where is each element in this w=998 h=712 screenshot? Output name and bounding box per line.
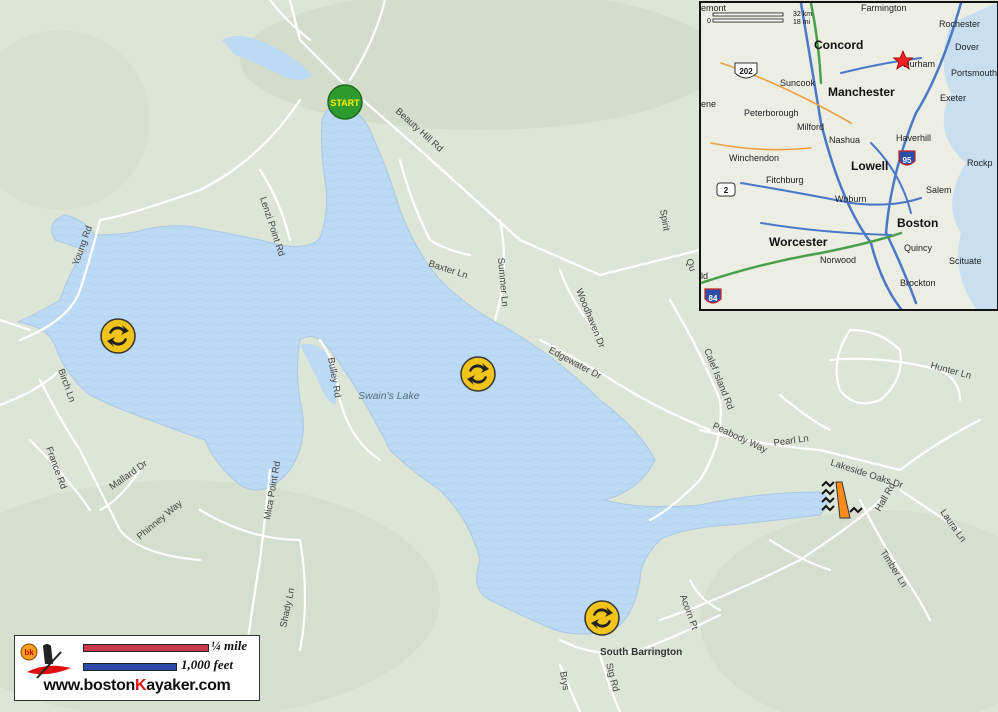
inset-city-ene: ene — [701, 99, 716, 109]
thousand-feet-label: 1,000 feet — [181, 657, 233, 672]
inset-city-peterborough: Peterborough — [744, 108, 799, 118]
inset-city-worcester: Worcester — [769, 235, 828, 249]
inset-city-brockton: Brockton — [900, 278, 936, 288]
rotation-icon[interactable] — [100, 318, 136, 354]
inset-city-lowell: Lowell — [851, 159, 888, 173]
inset-city-norwood: Norwood — [820, 255, 856, 265]
website-link[interactable]: www.bostonKayaker.com — [17, 677, 257, 695]
inset-city-salem: Salem — [926, 185, 952, 195]
inset-city-suncook: Suncook — [780, 78, 816, 88]
inset-city-rockport: Rockp — [967, 158, 993, 168]
inset-city-emont: emont — [701, 3, 727, 13]
map-legend: bk ¼ mile 1,000 feet www.bostonKayaker.c… — [14, 635, 260, 701]
inset-city-nashua: Nashua — [829, 135, 860, 145]
inset-city-fitchburg: Fitchburg — [766, 175, 804, 185]
lake-name-label: Swain's Lake — [358, 390, 420, 402]
inset-scale-km: 32 km — [793, 11, 812, 18]
locator-inset-map: 0 32 km 18 mi emont Farmington Rochester… — [699, 1, 998, 311]
route-2-shield-icon: 2 — [716, 182, 736, 197]
start-marker[interactable]: START — [327, 84, 363, 120]
thousand-feet-bar — [83, 663, 177, 671]
svg-text:bk: bk — [24, 648, 34, 657]
svg-text:95: 95 — [903, 156, 912, 165]
inset-city-milford: Milford — [797, 122, 824, 132]
i84-shield-icon: 84 — [704, 288, 722, 304]
inset-city-woburn: Woburn — [835, 194, 866, 204]
inset-city-portsmouth: Portsmouth — [951, 68, 997, 78]
svg-text:84: 84 — [709, 294, 718, 303]
inset-city-winchendon: Winchendon — [729, 153, 779, 163]
svg-text:2: 2 — [724, 186, 729, 195]
kayaker-logo-icon: bk — [20, 643, 71, 679]
us-202-shield-icon: 202 — [734, 62, 758, 79]
inset-city-dover: Dover — [955, 42, 979, 52]
i95-shield-icon: 95 — [898, 150, 916, 166]
inset-city-ld: ld — [701, 271, 708, 281]
rotation-icon[interactable] — [460, 356, 496, 392]
inset-city-rochester: Rochester — [939, 19, 980, 29]
svg-text:202: 202 — [739, 67, 753, 76]
rotation-icon[interactable] — [584, 600, 620, 636]
quarter-mile-bar — [83, 644, 209, 652]
inset-city-farmington: Farmington — [861, 3, 907, 13]
inset-scale-zero: 0 — [707, 18, 711, 25]
inset-city-scituate: Scituate — [949, 256, 982, 266]
inset-city-exeter: Exeter — [940, 93, 966, 103]
inset-city-quincy: Quincy — [904, 243, 933, 253]
inset-city-concord: Concord — [814, 38, 863, 52]
place-label-south-barrington: South Barrington — [600, 647, 682, 658]
quarter-mile-label: ¼ mile — [211, 638, 248, 653]
inset-city-manchester: Manchester — [828, 85, 895, 99]
start-marker-label: START — [330, 98, 360, 108]
inset-scale-mi: 18 mi — [793, 19, 811, 26]
inset-city-haverhill: Haverhill — [896, 133, 931, 143]
inset-city-boston: Boston — [897, 216, 938, 230]
